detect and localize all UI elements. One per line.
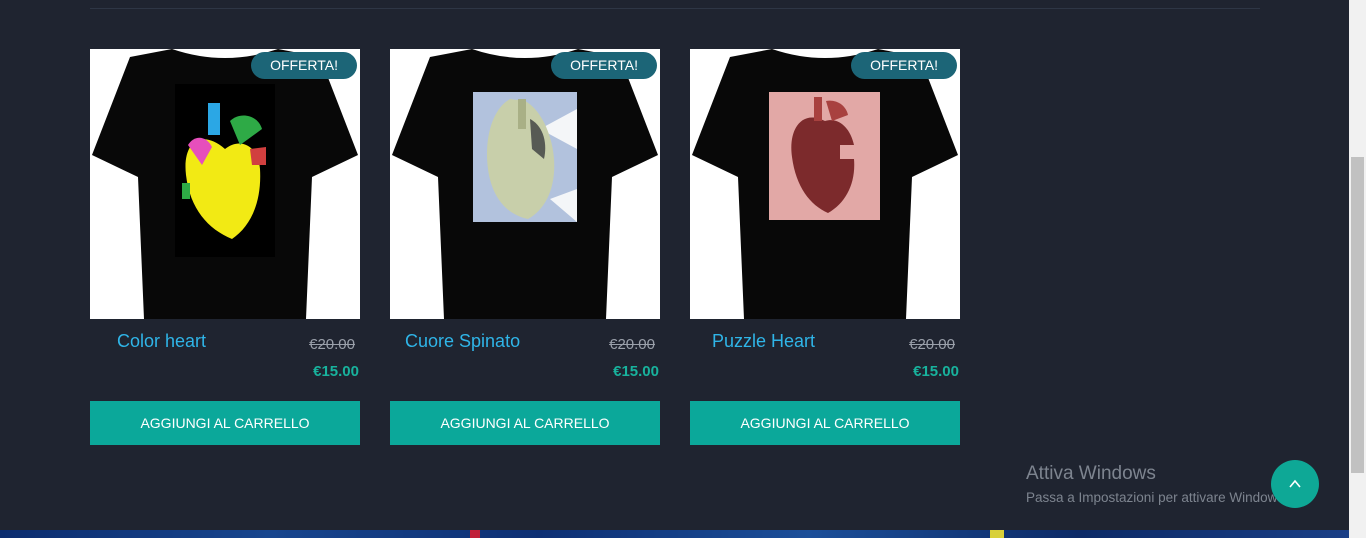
product-title-link[interactable]: Color heart <box>117 331 206 352</box>
windows-activation-watermark: Attiva Windows Passa a Impostazioni per … <box>1026 463 1288 505</box>
sale-price: €15.00 <box>613 363 659 380</box>
watermark-title: Attiva Windows <box>1026 463 1156 484</box>
product-card-cuore-spinato: OFFERTA! Cuore Spinato €20.00 €15.00 AGG… <box>390 49 660 445</box>
product-title-link[interactable]: Puzzle Heart <box>712 331 815 352</box>
scroll-to-top-button[interactable] <box>1271 460 1319 508</box>
watermark-subtitle: Passa a Impostazioni per attivare Window… <box>1026 490 1288 505</box>
chevron-up-icon <box>1289 479 1301 488</box>
old-price: €20.00 <box>909 336 955 353</box>
product-card-puzzle-heart: OFFERTA! Puzzle Heart €20.00 €15.00 AGGI… <box>690 49 960 445</box>
tshirt-image <box>92 49 358 319</box>
decor-mark <box>470 530 480 538</box>
scrollbar-thumb[interactable] <box>1351 157 1364 473</box>
product-card-color-heart: OFFERTA! Color heart €20.00 €15.00 AGGIU… <box>90 49 360 445</box>
sale-badge: OFFERTA! <box>851 52 957 79</box>
sale-price: €15.00 <box>913 363 959 380</box>
add-to-cart-button[interactable]: AGGIUNGI AL CARRELLO <box>390 401 660 445</box>
product-image[interactable]: OFFERTA! <box>90 49 360 319</box>
product-image[interactable]: OFFERTA! <box>390 49 660 319</box>
add-to-cart-button[interactable]: AGGIUNGI AL CARRELLO <box>690 401 960 445</box>
product-image[interactable]: OFFERTA! <box>690 49 960 319</box>
old-price: €20.00 <box>309 336 355 353</box>
old-price: €20.00 <box>609 336 655 353</box>
sale-badge: OFFERTA! <box>251 52 357 79</box>
product-title-link[interactable]: Cuore Spinato <box>405 331 520 352</box>
footer-image-strip <box>0 530 1349 538</box>
sale-badge: OFFERTA! <box>551 52 657 79</box>
decor-mark <box>990 530 1004 538</box>
page: OFFERTA! Color heart €20.00 €15.00 AGGIU… <box>0 0 1349 538</box>
tshirt-image <box>692 49 958 319</box>
tshirt-image <box>392 49 658 319</box>
divider <box>90 8 1260 9</box>
add-to-cart-button[interactable]: AGGIUNGI AL CARRELLO <box>90 401 360 445</box>
sale-price: €15.00 <box>313 363 359 380</box>
